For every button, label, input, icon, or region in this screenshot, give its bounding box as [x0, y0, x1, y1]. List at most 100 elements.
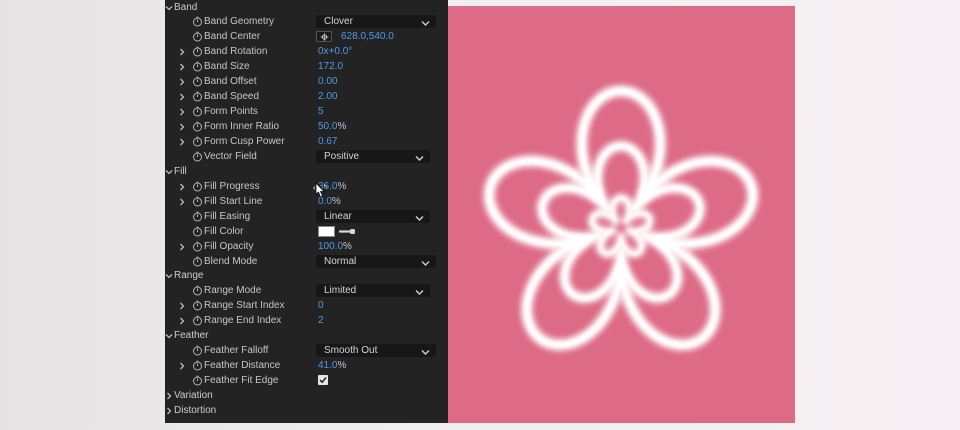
chevron-right-icon[interactable]	[178, 122, 186, 131]
prop-fill-opacity: Fill Opacity 100.0%	[165, 239, 448, 254]
prop-range-start-index: Range Start Index 0	[165, 298, 448, 313]
effect-controls-panel: Band Band Geometry Clover Band Center 62…	[165, 0, 448, 423]
prop-form-inner-ratio: Form Inner Ratio 50.0%	[165, 119, 448, 134]
stopwatch-icon[interactable]	[192, 360, 203, 371]
chevron-right-icon[interactable]	[178, 77, 186, 86]
chevron-down-icon	[165, 3, 173, 12]
unit: %	[331, 196, 341, 207]
stopwatch-icon[interactable]	[192, 76, 203, 87]
clover-band-render	[482, 84, 760, 352]
composition-preview[interactable]	[448, 6, 795, 423]
prop-label: Feather Fit Edge	[204, 375, 279, 386]
stopwatch-icon[interactable]	[192, 345, 203, 356]
chevron-right-icon[interactable]	[178, 62, 186, 71]
eyedropper-icon[interactable]	[338, 227, 357, 239]
dropdown-value: Linear	[324, 211, 352, 222]
form-cusp-power-value[interactable]: 0.67	[318, 135, 337, 148]
stopwatch-icon[interactable]	[192, 226, 203, 237]
stopwatch-icon[interactable]	[192, 375, 203, 386]
dropdown-value: Limited	[324, 285, 357, 296]
chevron-right-icon[interactable]	[178, 316, 186, 325]
feather-distance-value[interactable]: 41.0%	[318, 359, 346, 372]
vector-field-dropdown[interactable]: Positive	[316, 150, 430, 163]
chevron-right-icon[interactable]	[178, 197, 186, 206]
stopwatch-icon[interactable]	[192, 16, 203, 27]
dropdown-value: Normal	[324, 256, 357, 267]
stopwatch-icon[interactable]	[192, 196, 203, 207]
chevron-right-icon[interactable]	[178, 107, 186, 116]
stopwatch-icon[interactable]	[192, 46, 203, 57]
prop-form-cusp-power: Form Cusp Power 0.67	[165, 134, 448, 149]
band-offset-value[interactable]: 0.00	[318, 75, 337, 88]
stopwatch-icon[interactable]	[192, 91, 203, 102]
stopwatch-icon[interactable]	[192, 136, 203, 147]
section-variation[interactable]: Variation	[165, 388, 448, 403]
range-end-index-value[interactable]: 2	[318, 314, 324, 327]
feather-falloff-dropdown[interactable]: Smooth Out	[316, 344, 436, 357]
prop-label: Fill Color	[204, 226, 244, 237]
stopwatch-icon[interactable]	[192, 181, 203, 192]
chevron-right-icon[interactable]	[178, 242, 186, 251]
chevron-right-icon[interactable]	[178, 182, 186, 191]
prop-band-rotation: Band Rotation 0x+0.0°	[165, 44, 448, 59]
stopwatch-icon[interactable]	[192, 121, 203, 132]
section-band[interactable]: Band	[165, 0, 448, 15]
unit: %	[343, 241, 352, 252]
range-mode-dropdown[interactable]: Limited	[316, 284, 430, 297]
stopwatch-icon[interactable]	[192, 61, 203, 72]
prop-label: Form Inner Ratio	[204, 121, 280, 132]
prop-fill-easing: Fill Easing Linear	[165, 209, 448, 224]
chevron-right-icon[interactable]	[178, 301, 186, 310]
stopwatch-icon[interactable]	[192, 285, 203, 296]
section-range[interactable]: Range	[165, 268, 448, 283]
blend-mode-dropdown[interactable]: Normal	[316, 255, 436, 268]
prop-label: Band Offset	[204, 76, 257, 87]
fill-easing-dropdown[interactable]: Linear	[316, 210, 430, 223]
section-label: Distortion	[174, 405, 217, 416]
band-speed-value[interactable]: 2.00	[318, 90, 337, 103]
range-start-index-value[interactable]: 0	[318, 299, 324, 312]
stopwatch-icon[interactable]	[192, 211, 203, 222]
fill-color-swatch[interactable]	[318, 226, 335, 237]
form-inner-ratio-value[interactable]: 50.0%	[318, 120, 346, 133]
prop-label: Form Points	[204, 106, 258, 117]
crosshair-icon[interactable]	[316, 31, 332, 42]
section-fill[interactable]: Fill	[165, 164, 448, 179]
prop-feather-distance: Feather Distance 41.0%	[165, 358, 448, 373]
chevron-right-icon[interactable]	[178, 361, 186, 370]
prop-form-points: Form Points 5	[165, 104, 448, 119]
prop-band-size: Band Size 172.0	[165, 59, 448, 74]
feather-fit-edge-checkbox[interactable]	[318, 375, 328, 385]
prop-label: Band Center	[204, 31, 261, 42]
section-label: Range	[174, 270, 204, 281]
prop-label: Feather Distance	[204, 360, 281, 371]
prop-label: Range End Index	[204, 315, 282, 326]
prop-fill-color: Fill Color	[165, 224, 448, 239]
band-size-value[interactable]: 172.0	[318, 60, 343, 73]
prop-label: Band Size	[204, 61, 250, 72]
prop-label: Band Rotation	[204, 46, 268, 57]
form-points-value[interactable]: 5	[318, 105, 324, 118]
band-center-value[interactable]: 628.0,540.0	[341, 30, 394, 43]
chevron-right-icon[interactable]	[178, 92, 186, 101]
dropdown-value: Smooth Out	[324, 345, 378, 356]
rotation-revolutions: 0x	[318, 46, 329, 57]
fill-opacity-value[interactable]: 100.0%	[318, 240, 352, 253]
stopwatch-icon[interactable]	[192, 106, 203, 117]
band-rotation-value[interactable]: 0x+0.0°	[318, 45, 352, 58]
scrub-cursor-icon	[313, 181, 328, 205]
section-distortion[interactable]: Distortion	[165, 403, 448, 418]
chevron-right-icon[interactable]	[178, 47, 186, 56]
prop-label: Band Geometry	[204, 16, 275, 27]
number: 41.0	[318, 360, 338, 371]
stopwatch-icon[interactable]	[192, 300, 203, 311]
stopwatch-icon[interactable]	[192, 315, 203, 326]
chevron-right-icon[interactable]	[178, 137, 186, 146]
stopwatch-icon[interactable]	[192, 241, 203, 252]
stopwatch-icon[interactable]	[192, 151, 203, 162]
stopwatch-icon[interactable]	[192, 31, 203, 42]
prop-band-speed: Band Speed 2.00	[165, 89, 448, 104]
section-feather[interactable]: Feather	[165, 328, 448, 343]
stopwatch-icon[interactable]	[192, 256, 203, 267]
band-geometry-dropdown[interactable]: Clover	[316, 15, 436, 28]
